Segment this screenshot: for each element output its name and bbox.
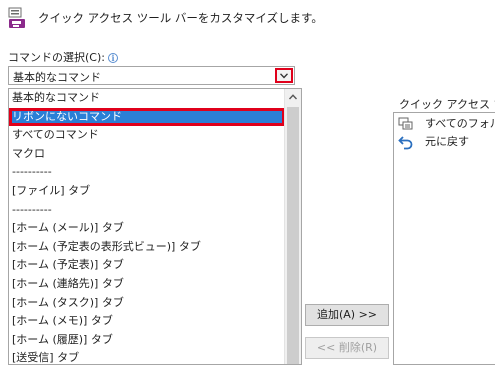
- dropdown-scrollbar[interactable]: [284, 89, 301, 364]
- chevron-down-icon: [280, 73, 288, 79]
- scroll-thumb[interactable]: [287, 107, 299, 364]
- dropdown-item-home-history-tab[interactable]: [ホーム (履歴)] タブ: [9, 331, 285, 350]
- chevron-up-icon: [289, 94, 297, 100]
- dropdown-item-home-notes-tab[interactable]: [ホーム (メモ)] タブ: [9, 312, 285, 331]
- dropdown-item-home-calendar-tab[interactable]: [ホーム (予定表)] タブ: [9, 256, 285, 275]
- dropdown-item-home-calendar-table-tab[interactable]: [ホーム (予定表の表形式ビュー)] タブ: [9, 238, 285, 257]
- panel-description: クイック アクセス ツール バーをカスタマイズします。: [38, 11, 323, 25]
- add-button[interactable]: 追加(A) >>: [305, 304, 389, 326]
- qat-command-list[interactable]: すべてのフォルダ 元に戻す: [393, 112, 495, 365]
- dropdown-item-send-receive-tab[interactable]: [送受信] タブ: [9, 349, 285, 364]
- dropdown-items: 基本的なコマンド リボンにないコマンド すべてのコマンド マクロ -------…: [9, 89, 285, 364]
- remove-button[interactable]: << 削除(R): [305, 337, 389, 359]
- dropdown-item-macros[interactable]: マクロ: [9, 145, 285, 164]
- dropdown-item-home-mail-tab[interactable]: [ホーム (メール)] タブ: [9, 219, 285, 238]
- dropdown-item-commands-not-in-ribbon[interactable]: リボンにないコマンド: [9, 107, 285, 127]
- qat-item-label: すべてのフォルダ: [425, 117, 495, 130]
- undo-icon: [398, 136, 413, 150]
- qat-customize-panel: クイック アクセス ツール バーをカスタマイズします。 コマンドの選択(C): i…: [0, 0, 495, 365]
- command-select-label-text: コマンドの選択(C):: [8, 51, 105, 64]
- qat-commands-label: クイック アクセス ツー: [399, 98, 495, 111]
- command-category-select[interactable]: 基本的なコマンド: [8, 66, 295, 85]
- qat-item-label: 元に戻す: [425, 135, 469, 148]
- dropdown-item-all-commands[interactable]: すべてのコマンド: [9, 126, 285, 145]
- command-category-value: 基本的なコマンド: [13, 71, 101, 84]
- dropdown-separator: ----------: [12, 202, 52, 216]
- dropdown-toggle-button[interactable]: [275, 68, 293, 83]
- dropdown-separator: ----------: [12, 165, 52, 179]
- send-receive-icon: [398, 117, 413, 130]
- dropdown-item-home-tasks-tab[interactable]: [ホーム (タスク)] タブ: [9, 294, 285, 313]
- command-category-dropdown-list[interactable]: 基本的なコマンド リボンにないコマンド すべてのコマンド マクロ -------…: [8, 88, 302, 365]
- quick-access-toolbar-icon: [8, 7, 25, 28]
- command-select-label: コマンドの選択(C): i: [8, 49, 118, 65]
- dropdown-item-home-contacts-tab[interactable]: [ホーム (連絡先)] タブ: [9, 275, 285, 294]
- dropdown-item-file-tab[interactable]: [ファイル] タブ: [9, 182, 285, 201]
- dropdown-item-basic-commands[interactable]: 基本的なコマンド: [9, 89, 285, 108]
- info-icon[interactable]: i: [107, 53, 118, 63]
- scroll-up-button[interactable]: [285, 89, 301, 106]
